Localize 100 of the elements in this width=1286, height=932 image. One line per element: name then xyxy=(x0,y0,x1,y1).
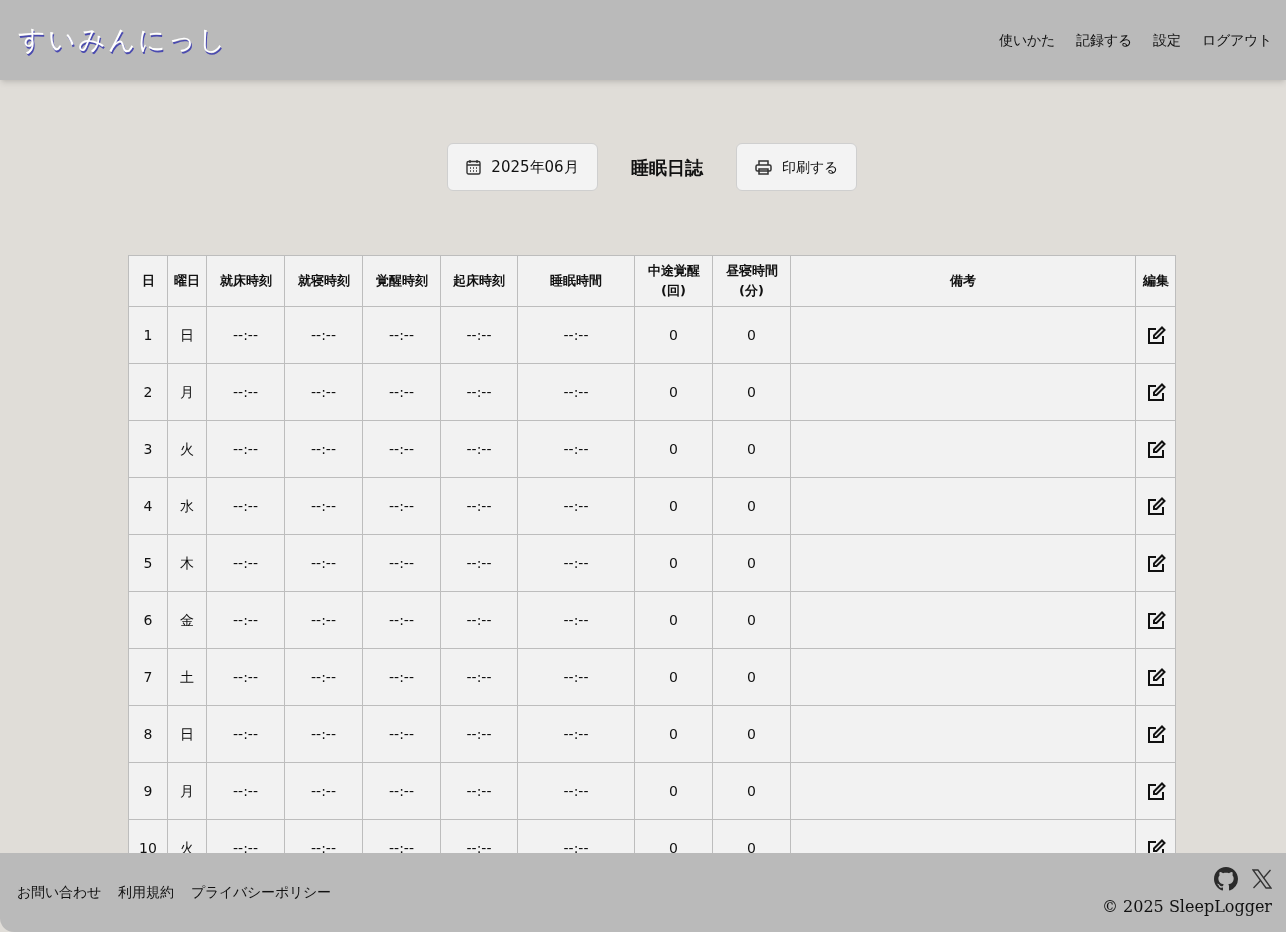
table-cell: --:-- xyxy=(362,477,441,535)
table-cell: 日 xyxy=(167,705,207,763)
month-picker-button[interactable]: 2025年06月 xyxy=(447,143,598,191)
table-cell: --:-- xyxy=(362,762,441,820)
table-cell: --:-- xyxy=(284,762,363,820)
table-cell: 4 xyxy=(128,477,168,535)
table-cell: --:-- xyxy=(284,705,363,763)
table-cell: --:-- xyxy=(440,591,518,649)
table-cell: 0 xyxy=(712,306,791,364)
nav-link[interactable]: 設定 xyxy=(1153,29,1181,51)
table-cell: --:-- xyxy=(362,705,441,763)
table-cell: --:-- xyxy=(362,591,441,649)
column-header: 起床時刻 xyxy=(440,255,518,307)
table-cell: --:-- xyxy=(206,420,285,478)
column-header: 備考 xyxy=(790,255,1136,307)
print-button[interactable]: 印刷する xyxy=(735,143,857,191)
edit-icon[interactable] xyxy=(1145,553,1166,574)
table-cell: 0 xyxy=(634,363,713,421)
table-cell: 0 xyxy=(712,762,791,820)
table-cell: --:-- xyxy=(517,363,635,421)
edit-icon[interactable] xyxy=(1145,496,1166,517)
table-cell: --:-- xyxy=(517,762,635,820)
calendar-icon xyxy=(466,159,482,175)
table-cell: --:-- xyxy=(284,420,363,478)
edit-icon[interactable] xyxy=(1145,667,1166,688)
table-cell: 日 xyxy=(167,306,207,364)
table-cell: --:-- xyxy=(440,648,518,706)
table-cell: 3 xyxy=(128,420,168,478)
table-cell: 0 xyxy=(634,534,713,592)
table-cell: --:-- xyxy=(206,363,285,421)
table-cell: 0 xyxy=(712,420,791,478)
table-cell: --:-- xyxy=(206,762,285,820)
table-cell: 0 xyxy=(634,420,713,478)
column-header: 就寝時刻 xyxy=(284,255,363,307)
table-cell: 0 xyxy=(634,705,713,763)
edit-icon[interactable] xyxy=(1145,382,1166,403)
table-cell: --:-- xyxy=(284,534,363,592)
table-cell: --:-- xyxy=(440,534,518,592)
table-cell: 0 xyxy=(712,705,791,763)
table-cell: --:-- xyxy=(284,363,363,421)
printer-icon xyxy=(754,159,772,175)
table-cell: 9 xyxy=(128,762,168,820)
edit-icon[interactable] xyxy=(1145,724,1166,745)
table-cell: --:-- xyxy=(362,363,441,421)
table-cell: --:-- xyxy=(206,534,285,592)
table-cell: 水 xyxy=(167,477,207,535)
table-cell: --:-- xyxy=(206,705,285,763)
edit-icon[interactable] xyxy=(1145,325,1166,346)
footer-link[interactable]: プライバシーポリシー xyxy=(191,882,331,903)
table-cell: --:-- xyxy=(517,705,635,763)
table-cell: --:-- xyxy=(517,420,635,478)
table-cell: --:-- xyxy=(362,306,441,364)
table-cell: 0 xyxy=(712,477,791,535)
table-cell: 土 xyxy=(167,648,207,706)
edit-icon[interactable] xyxy=(1145,439,1166,460)
column-header: 睡眠時間 xyxy=(517,255,635,307)
table-cell: 金 xyxy=(167,591,207,649)
table-cell: 0 xyxy=(712,363,791,421)
table-cell: --:-- xyxy=(362,534,441,592)
table-cell: --:-- xyxy=(284,648,363,706)
copyright-text: © 2025 SleepLogger xyxy=(1102,895,1272,918)
table-cell: --:-- xyxy=(362,420,441,478)
nav-link[interactable]: 記録する xyxy=(1076,29,1132,51)
table-cell: --:-- xyxy=(440,705,518,763)
column-header: 昼寝時間 (分) xyxy=(712,255,791,307)
table-cell: 0 xyxy=(634,591,713,649)
table-cell: --:-- xyxy=(284,477,363,535)
table-cell: --:-- xyxy=(517,477,635,535)
table-cell: --:-- xyxy=(517,591,635,649)
table-cell: --:-- xyxy=(517,534,635,592)
table-cell: 0 xyxy=(634,306,713,364)
table-cell: 5 xyxy=(128,534,168,592)
table-cell: --:-- xyxy=(440,477,518,535)
table-cell: --:-- xyxy=(440,420,518,478)
table-cell: --:-- xyxy=(517,648,635,706)
table-cell: 2 xyxy=(128,363,168,421)
x-logo-icon[interactable] xyxy=(1252,868,1272,889)
nav-link[interactable]: 使いかた xyxy=(999,29,1055,51)
table-cell: 7 xyxy=(128,648,168,706)
edit-icon[interactable] xyxy=(1145,781,1166,802)
column-header: 日 xyxy=(128,255,168,307)
nav-link[interactable]: ログアウト xyxy=(1202,29,1272,51)
table-cell: 0 xyxy=(634,648,713,706)
table-cell: --:-- xyxy=(284,306,363,364)
table-cell: 0 xyxy=(712,648,791,706)
footer-link[interactable]: 利用規約 xyxy=(118,882,174,903)
table-cell: 0 xyxy=(634,762,713,820)
column-header: 中途覚醒 (回) xyxy=(634,255,713,307)
footer-link[interactable]: お問い合わせ xyxy=(17,882,101,903)
table-cell: --:-- xyxy=(440,363,518,421)
table-cell: 月 xyxy=(167,762,207,820)
table-cell: 月 xyxy=(167,363,207,421)
column-header: 就床時刻 xyxy=(206,255,285,307)
edit-icon[interactable] xyxy=(1145,610,1166,631)
table-cell: --:-- xyxy=(206,591,285,649)
github-icon[interactable] xyxy=(1214,866,1238,891)
table-cell: 木 xyxy=(167,534,207,592)
column-header: 曜日 xyxy=(167,255,207,307)
table-cell: --:-- xyxy=(440,306,518,364)
edit-icon[interactable] xyxy=(1145,838,1166,853)
